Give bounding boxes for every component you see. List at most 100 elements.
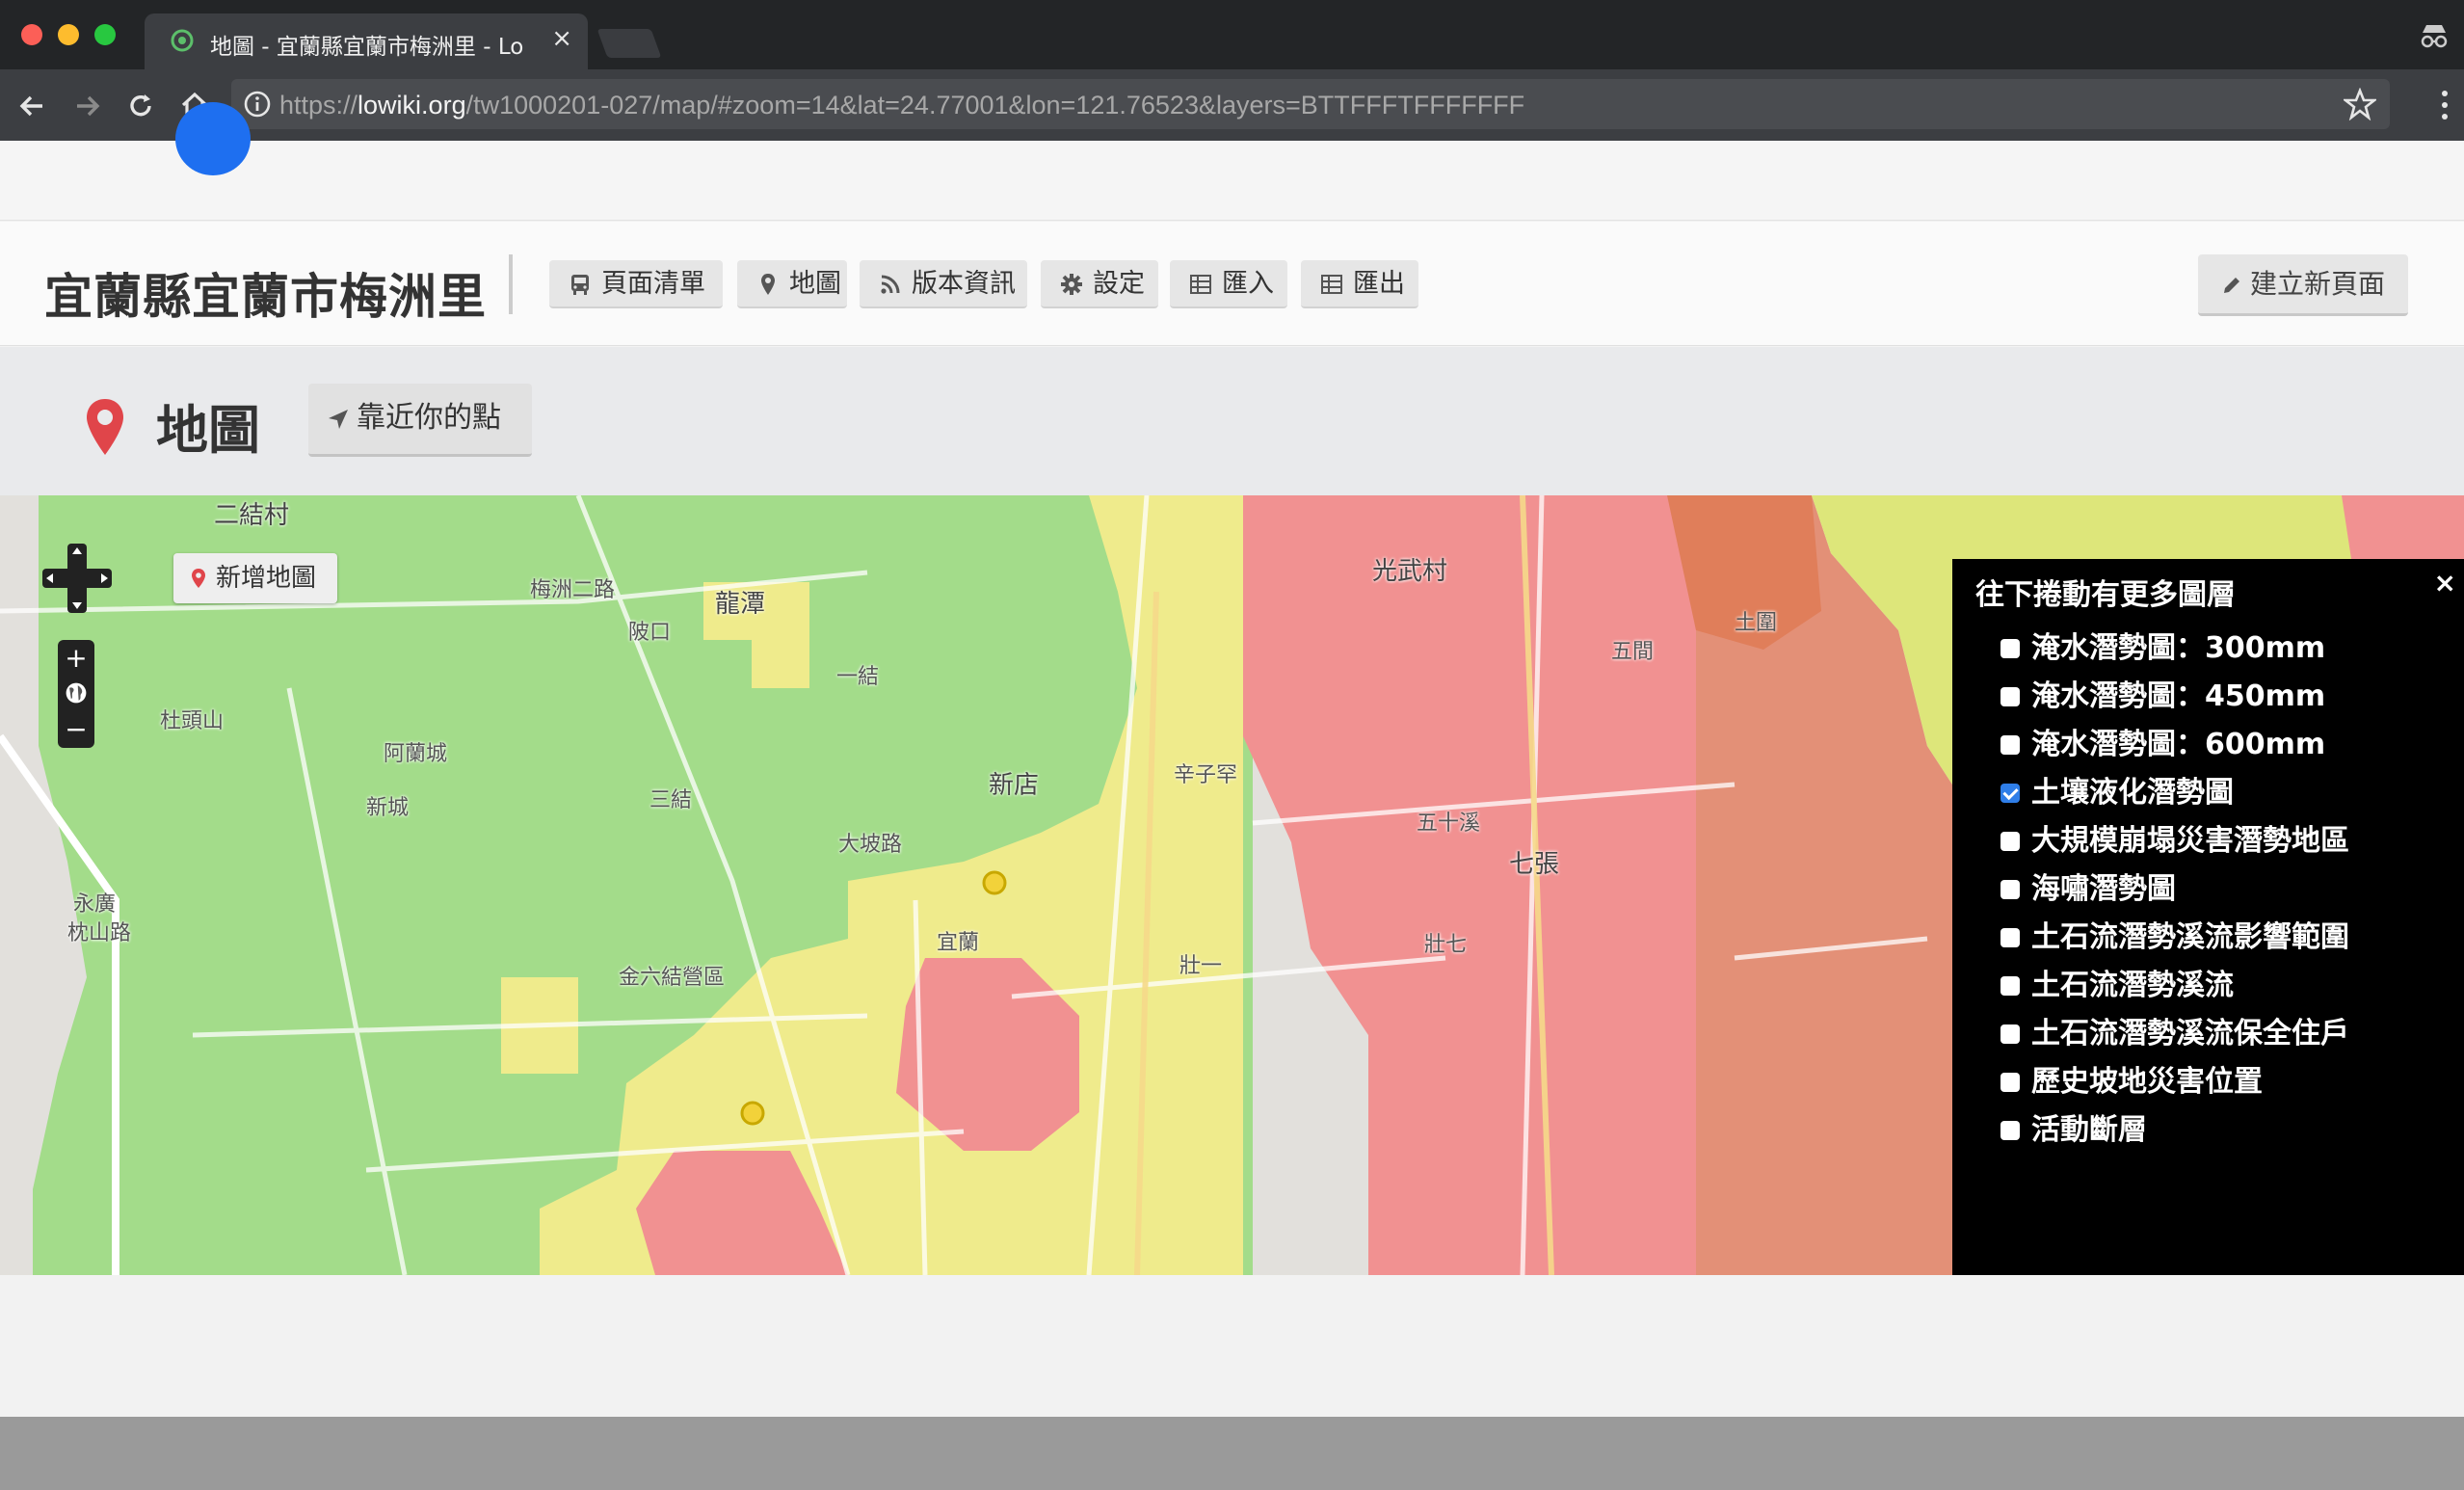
layer-label: 淹水潛勢圖：600mm <box>2031 728 2326 761</box>
layer-panel: 往下捲動有更多圖層 × 淹水潛勢圖：300mm 淹水潛勢圖：450mm 淹水潛勢… <box>1952 559 2464 1275</box>
layer-checkbox[interactable] <box>2000 832 2020 851</box>
map-pin-icon <box>761 274 775 295</box>
page-footer-bar <box>0 1417 2464 1490</box>
layer-checkbox[interactable] <box>2000 735 2020 755</box>
layer-checkbox[interactable] <box>2000 1121 2020 1140</box>
nav-settings-button[interactable]: 設定 <box>1041 260 1158 308</box>
nav-page-list-button[interactable]: 頁面清單 <box>549 260 723 308</box>
layer-label: 淹水潛勢圖：450mm <box>2031 679 2326 713</box>
layer-checkbox[interactable] <box>2000 928 2020 947</box>
title-divider <box>509 254 513 314</box>
web-page: 宜蘭縣宜蘭市梅洲里 頁面清單 地圖 版本資訊 設定 匯入 匯出 建立新頁面 地圖… <box>0 102 2464 1417</box>
nav-import-label: 匯入 <box>1222 269 1274 299</box>
map-label: 五間 <box>1611 640 1655 664</box>
layer-label: 海嘯潛勢圖 <box>2031 872 2176 906</box>
nav-settings-label: 設定 <box>1093 269 1145 299</box>
map-label: 金六結營區 <box>619 966 726 990</box>
layer-label: 土壤液化潛勢圖 <box>2031 776 2234 810</box>
nav-map-label: 地圖 <box>789 269 841 299</box>
map-label: 七張 <box>1509 850 1560 879</box>
rss-icon <box>881 275 900 294</box>
location-arrow-icon <box>329 410 348 429</box>
close-icon[interactable]: × <box>2434 567 2456 599</box>
map-label: 壯七 <box>1424 933 1468 957</box>
layer-checkbox-checked[interactable] <box>2000 784 2020 803</box>
create-page-label: 建立新頁面 <box>2250 268 2386 300</box>
map-label: 五十溪 <box>1417 812 1481 836</box>
url-text: https://lowiki.org/tw1000201-027/map/#zo… <box>279 91 1525 120</box>
incognito-icon <box>2421 25 2448 48</box>
address-bar[interactable]: https://lowiki.org/tw1000201-027/map/#zo… <box>231 79 2390 129</box>
map-marker-icon <box>87 399 123 455</box>
map-label: 光武村 <box>1372 557 1448 586</box>
back-arrow-icon[interactable] <box>13 87 52 125</box>
nav-export-label: 匯出 <box>1353 269 1405 299</box>
map-zoom-control: + − <box>58 640 94 748</box>
layer-panel-title: 往下捲動有更多圖層 <box>1975 578 2236 612</box>
nav-map-button[interactable]: 地圖 <box>737 260 847 308</box>
maximize-window-button[interactable] <box>94 24 116 45</box>
pencil-icon <box>2224 278 2239 293</box>
map-label: 新店 <box>989 771 1040 800</box>
site-favicon-icon <box>171 29 194 52</box>
add-map-label: 新增地圖 <box>216 564 317 593</box>
close-window-button[interactable] <box>21 24 42 45</box>
nav-import-button[interactable]: 匯入 <box>1170 260 1287 308</box>
top-strip <box>0 102 2464 221</box>
bookmark-star-icon[interactable] <box>2344 88 2376 120</box>
map-label: 陂口 <box>628 621 672 645</box>
layer-label: 淹水潛勢圖：300mm <box>2031 631 2326 665</box>
layer-checkbox[interactable] <box>2000 687 2020 706</box>
map-label: 梅洲二路 <box>530 578 616 602</box>
new-tab-button[interactable] <box>596 29 662 58</box>
tab-title: 地圖 - 宜蘭縣宜蘭市梅洲里 - Lo <box>210 35 524 60</box>
layer-checkbox[interactable] <box>2000 639 2020 658</box>
map-label: 龍潭 <box>715 590 766 619</box>
map-label: 枕山路 <box>67 921 132 945</box>
map-label: 阿蘭城 <box>384 742 448 766</box>
layer-label: 大規模崩塌災害潛勢地區 <box>2031 824 2349 858</box>
minimize-window-button[interactable] <box>58 24 79 45</box>
add-map-button[interactable]: 新增地圖 <box>173 553 337 603</box>
browser-tab[interactable]: 地圖 - 宜蘭縣宜蘭市梅洲里 - Lo × <box>145 13 588 69</box>
map-pan-control[interactable] <box>42 544 112 613</box>
map-view[interactable]: 二結村 龍潭 陂口 一結 杜頭山 阿蘭城 新城 三結 新店 辛子罕 宜蘭 光武村… <box>0 495 2464 1275</box>
create-page-button[interactable]: 建立新頁面 <box>2198 254 2408 316</box>
layer-checkbox[interactable] <box>2000 976 2020 996</box>
forward-arrow-icon[interactable] <box>67 87 106 125</box>
layer-checkbox[interactable] <box>2000 1024 2020 1044</box>
browser-menu-icon[interactable] <box>2439 89 2451 121</box>
layer-checkbox[interactable] <box>2000 880 2020 899</box>
nearby-points-button[interactable]: 靠近你的點 <box>308 384 532 457</box>
bus-icon <box>571 275 589 295</box>
reload-icon[interactable] <box>121 87 160 125</box>
layer-checkbox[interactable] <box>2000 1073 2020 1092</box>
map-label: 永廣 <box>73 892 117 917</box>
gear-icon <box>1061 274 1082 295</box>
globe-icon[interactable] <box>58 678 94 707</box>
nearby-points-label: 靠近你的點 <box>357 401 501 435</box>
map-label: 土圍 <box>1735 611 1778 635</box>
site-title[interactable]: 宜蘭縣宜蘭市梅洲里 <box>44 258 487 328</box>
site-info-icon[interactable] <box>243 90 272 119</box>
zoom-in-button[interactable]: + <box>58 644 94 673</box>
zoom-out-button[interactable]: − <box>58 715 94 744</box>
map-label: 新城 <box>366 796 410 820</box>
map-label: 一結 <box>836 665 880 689</box>
browser-toolbar: https://lowiki.org/tw1000201-027/map/#zo… <box>0 69 2464 141</box>
nav-versions-button[interactable]: 版本資訊 <box>860 260 1027 308</box>
site-logo[interactable] <box>175 102 251 175</box>
site-header: 宜蘭縣宜蘭市梅洲里 頁面清單 地圖 版本資訊 設定 匯入 匯出 建立新頁面 <box>0 222 2464 346</box>
layer-label: 活動斷層 <box>2031 1113 2147 1147</box>
layer-label: 土石流潛勢溪流保全住戶 <box>2031 1017 2349 1051</box>
layer-label: 歷史坡地災害位置 <box>2031 1065 2263 1099</box>
browser-tab-bar: 地圖 - 宜蘭縣宜蘭市梅洲里 - Lo × <box>0 0 2464 69</box>
map-label: 三結 <box>649 788 693 812</box>
table-icon <box>1321 275 1342 294</box>
url-domain: lowiki.org <box>358 91 466 120</box>
nav-export-button[interactable]: 匯出 <box>1301 260 1418 308</box>
map-label: 二結村 <box>214 501 290 530</box>
page-title: 地圖 <box>156 400 260 461</box>
tab-close-icon[interactable]: × <box>551 24 572 53</box>
nav-page-list-label: 頁面清單 <box>601 269 705 299</box>
